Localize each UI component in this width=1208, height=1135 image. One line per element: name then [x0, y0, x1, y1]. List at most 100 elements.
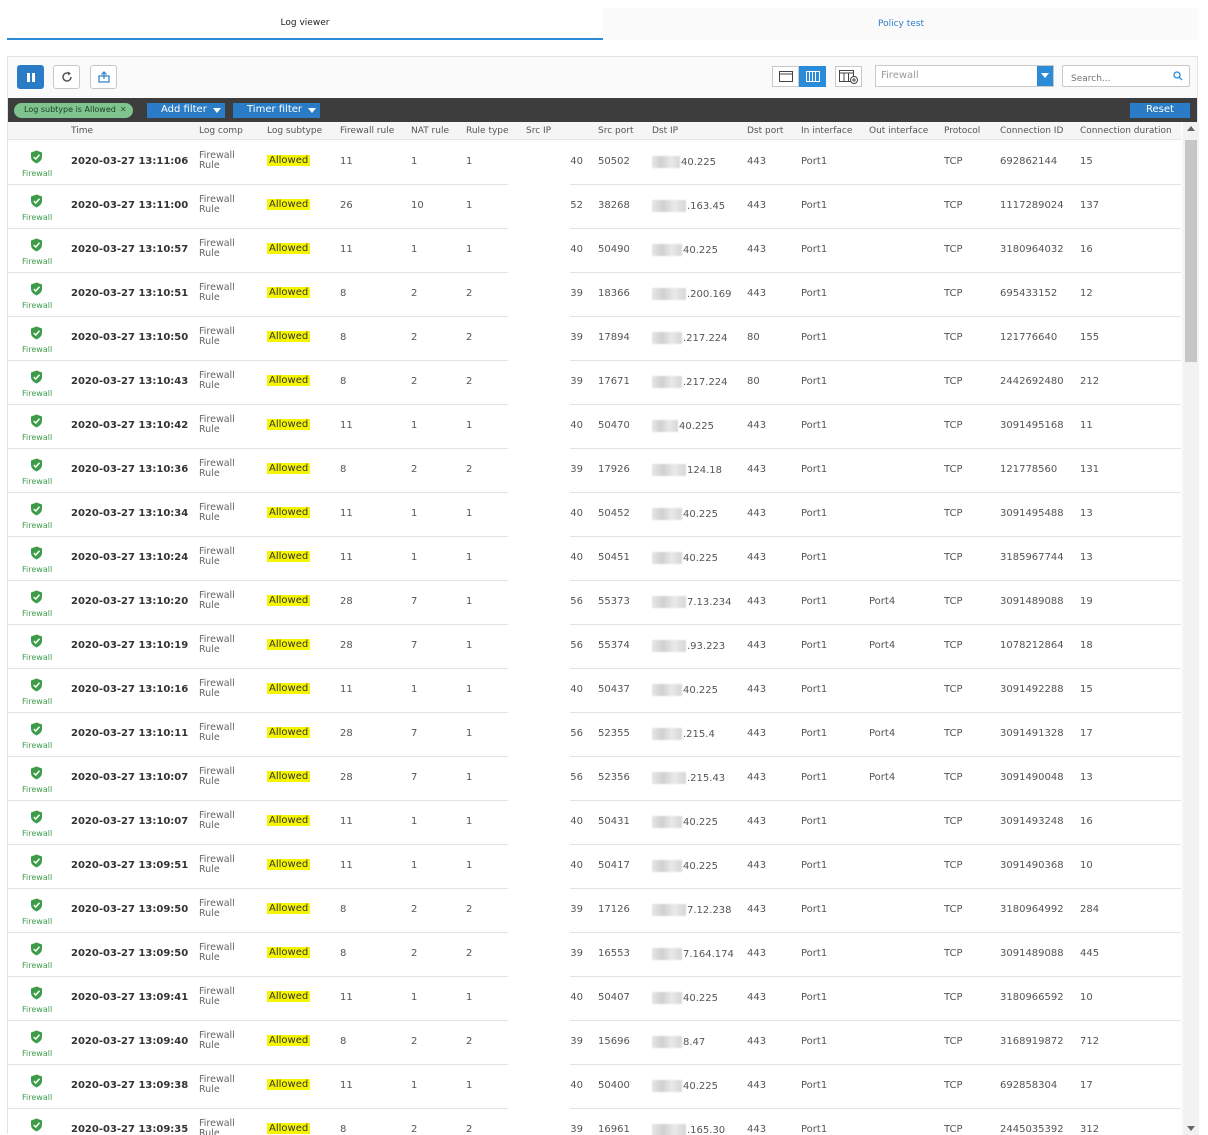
row-gap — [508, 801, 570, 845]
header-in-interface[interactable]: In interface — [801, 126, 852, 136]
firewall-rule-cell: 26 — [340, 200, 353, 211]
time-cell: 2020-03-27 13:10:19 — [71, 640, 189, 651]
table-row[interactable]: Firewall 2020-03-27 13:10:16 Firewall Rule A… — [8, 669, 1181, 713]
tab-policy-test[interactable]: Policy test — [603, 8, 1199, 40]
connection-id-cell: 695433152 — [1000, 288, 1058, 299]
table-header: Time Log comp Log subtype Firewall rule NAT … — [8, 122, 1181, 140]
rule-type-cell: 1 — [466, 684, 473, 695]
pause-button[interactable] — [17, 65, 44, 89]
scroll-up-icon[interactable] — [1187, 126, 1195, 131]
active-filter-chip[interactable]: Log subtype is Allowed ✕ — [14, 103, 133, 118]
src-ip-cell: 56 — [570, 596, 583, 607]
tab-log-viewer[interactable]: Log viewer — [7, 8, 603, 40]
rule-type-cell: 2 — [466, 376, 473, 387]
table-row[interactable]: Firewall 2020-03-27 13:10:42 Firewall Rule A… — [8, 405, 1181, 449]
header-dst-ip[interactable]: Dst IP — [652, 126, 678, 136]
firewall-shield-icon — [31, 986, 42, 1000]
nat-rule-cell: 1 — [411, 816, 418, 827]
table-row[interactable]: Firewall 2020-03-27 13:10:07 Firewall Rule A… — [8, 757, 1181, 801]
table-row[interactable]: Firewall 2020-03-27 13:09:40 Firewall Rule A… — [8, 1021, 1181, 1065]
dst-ip-cell: 7.12.238 — [652, 904, 732, 916]
connection-duration-cell: 13 — [1080, 772, 1093, 783]
protocol-cell: TCP — [944, 904, 963, 915]
timer-filter-button[interactable]: Timer filter — [233, 103, 321, 118]
search-box[interactable] — [1062, 65, 1190, 89]
close-icon[interactable]: ✕ — [120, 105, 127, 114]
table-row[interactable]: Firewall 2020-03-27 13:10:43 Firewall Rule A… — [8, 361, 1181, 405]
reset-button[interactable]: Reset — [1130, 103, 1190, 118]
header-connection-id[interactable]: Connection ID — [1000, 126, 1063, 136]
module-label: Firewall — [22, 257, 53, 266]
header-time[interactable]: Time — [71, 126, 93, 136]
table-row[interactable]: Firewall 2020-03-27 13:10:36 Firewall Rule A… — [8, 449, 1181, 493]
redacted-ip-blur — [652, 200, 686, 212]
src-ip-cell: 39 — [570, 948, 583, 959]
table-row[interactable]: Firewall 2020-03-27 13:10:57 Firewall Rule A… — [8, 229, 1181, 273]
header-log-subtype[interactable]: Log subtype — [267, 126, 322, 136]
log-comp-cell: Firewall Rule — [199, 371, 235, 391]
chevron-down-icon[interactable] — [1037, 66, 1053, 86]
dst-ip-cell: 40.225 — [652, 992, 718, 1004]
scrollbar-thumb[interactable] — [1185, 140, 1197, 362]
header-src-ip[interactable]: Src IP — [526, 126, 551, 136]
firewall-rule-cell: 11 — [340, 552, 353, 563]
dst-ip-cell: .215.4 — [652, 728, 715, 740]
table-row[interactable]: Firewall 2020-03-27 13:10:20 Firewall Rule A… — [8, 581, 1181, 625]
refresh-button[interactable] — [53, 65, 80, 89]
table-row[interactable]: Firewall 2020-03-27 13:11:06 Firewall Rule A… — [8, 141, 1181, 185]
table-row[interactable]: Firewall 2020-03-27 13:11:00 Firewall Rule A… — [8, 185, 1181, 229]
header-protocol[interactable]: Protocol — [944, 126, 980, 136]
header-out-interface[interactable]: Out interface — [869, 126, 928, 136]
dst-ip-cell: .163.45 — [652, 200, 725, 212]
add-filter-label: Add filter — [161, 104, 207, 115]
table-row[interactable]: Firewall2020-03-27 13:09:35FirewallRuleA… — [8, 1109, 1181, 1135]
table-row[interactable]: Firewall 2020-03-27 13:09:51 Firewall Rule A… — [8, 845, 1181, 889]
header-src-port[interactable]: Src port — [598, 126, 633, 136]
table-row[interactable]: Firewall 2020-03-27 13:10:34 Firewall Rule A… — [8, 493, 1181, 537]
header-log-comp[interactable]: Log comp — [199, 126, 243, 136]
row-gap — [508, 1065, 570, 1109]
table-row[interactable]: Firewall 2020-03-27 13:10:07 Firewall Rule A… — [8, 801, 1181, 845]
export-button[interactable] — [90, 65, 117, 89]
redacted-ip-blur — [652, 420, 678, 432]
table-row[interactable]: Firewall 2020-03-27 13:09:50 Firewall Rule A… — [8, 933, 1181, 977]
header-rule-type[interactable]: Rule type — [466, 126, 509, 136]
in-interface-cell: Port1 — [801, 464, 828, 475]
header-connection-duration[interactable]: Connection duration — [1080, 126, 1172, 136]
header-nat-rule[interactable]: NAT rule — [411, 126, 449, 136]
table-row[interactable]: Firewall 2020-03-27 13:10:19 Firewall Rule A… — [8, 625, 1181, 669]
search-input[interactable] — [1063, 69, 1163, 89]
header-dst-port[interactable]: Dst port — [747, 126, 783, 136]
log-type-select[interactable]: Firewall — [875, 65, 1054, 87]
column-settings-button[interactable] — [835, 66, 862, 87]
table-row[interactable]: Firewall 2020-03-27 13:10:24 Firewall Rule A… — [8, 537, 1181, 581]
module-label: Firewall — [22, 653, 53, 662]
detailed-view-button[interactable] — [799, 66, 826, 87]
log-subtype-cell: Allowed — [267, 727, 311, 738]
search-icon[interactable] — [1173, 71, 1183, 81]
dst-ip-suffix: .163.45 — [687, 201, 726, 212]
dst-ip-suffix: 40.225 — [683, 817, 718, 828]
connection-duration-cell: 155 — [1080, 332, 1100, 343]
single-view-button[interactable] — [772, 66, 799, 87]
connection-duration-cell: 712 — [1080, 1036, 1100, 1047]
header-firewall-rule[interactable]: Firewall rule — [340, 126, 394, 136]
table-row[interactable]: Firewall 2020-03-27 13:10:50 Firewall Rule A… — [8, 317, 1181, 361]
rule-type-cell: 1 — [466, 992, 473, 1003]
protocol-cell: TCP — [944, 948, 963, 959]
table-row[interactable]: Firewall 2020-03-27 13:09:50 Firewall Rule A… — [8, 889, 1181, 933]
scroll-down-icon[interactable] — [1187, 1126, 1195, 1131]
protocol-cell: TCP — [944, 684, 963, 695]
table-row[interactable]: Firewall 2020-03-27 13:10:51 Firewall Rule A… — [8, 273, 1181, 317]
vertical-scrollbar[interactable] — [1183, 122, 1199, 1135]
table-row[interactable]: Firewall 2020-03-27 13:09:38 Firewall Rule A… — [8, 1065, 1181, 1109]
module-label: Firewall — [22, 565, 53, 574]
in-interface-cell: Port1 — [801, 596, 828, 607]
nat-rule-cell: 2 — [411, 288, 418, 299]
row-gap — [508, 317, 570, 361]
table-row[interactable]: Firewall 2020-03-27 13:10:11 Firewall Rule A… — [8, 713, 1181, 757]
nat-rule-cell: 7 — [411, 772, 418, 783]
table-row[interactable]: Firewall 2020-03-27 13:09:41 Firewall Rule A… — [8, 977, 1181, 1021]
add-filter-button[interactable]: Add filter — [147, 103, 225, 118]
module-label: Firewall — [22, 697, 53, 706]
